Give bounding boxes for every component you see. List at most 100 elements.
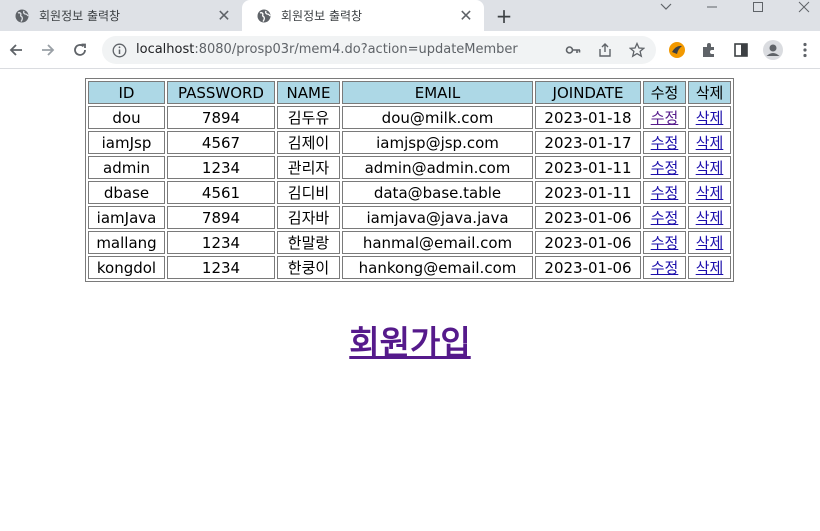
cell-delete: 삭제 <box>688 106 731 129</box>
globe-icon <box>257 9 271 23</box>
cell-name: 관리자 <box>277 156 340 179</box>
table-header-row: ID PASSWORD NAME EMAIL JOINDATE 수정 삭제 <box>88 81 731 104</box>
edit-link[interactable]: 수정 <box>651 134 679 152</box>
cell-password: 7894 <box>167 206 275 229</box>
cell-delete: 삭제 <box>688 256 731 279</box>
cell-edit: 수정 <box>643 181 686 204</box>
cell-id: dbase <box>88 181 165 204</box>
table-row: dou 7894 김두유 dou@milk.com 2023-01-18 수정 … <box>88 106 731 129</box>
profile-avatar-icon[interactable] <box>763 40 783 60</box>
cell-delete: 삭제 <box>688 131 731 154</box>
cell-id: iamJsp <box>88 131 165 154</box>
cell-edit: 수정 <box>643 106 686 129</box>
tab-member-info-2[interactable]: 회원정보 출력창 ✕ <box>242 0 484 31</box>
reload-icon[interactable] <box>68 38 92 62</box>
edit-link[interactable]: 수정 <box>651 109 679 127</box>
cell-id: kongdol <box>88 256 165 279</box>
back-icon[interactable] <box>4 38 28 62</box>
browser-toolbar: localhost:8080/prosp03r/mem4.do?action=u… <box>0 31 820 69</box>
edit-link[interactable]: 수정 <box>651 184 679 202</box>
header-name: NAME <box>277 81 340 104</box>
cell-id: admin <box>88 156 165 179</box>
key-icon[interactable] <box>564 41 582 59</box>
edit-link[interactable]: 수정 <box>651 159 679 177</box>
cell-name: 김디비 <box>277 181 340 204</box>
cell-email: admin@admin.com <box>342 156 533 179</box>
globe-icon <box>15 9 29 23</box>
forward-icon[interactable] <box>36 38 60 62</box>
join-link-container: 회원가입 <box>0 316 820 364</box>
cell-edit: 수정 <box>643 206 686 229</box>
cell-joindate: 2023-01-11 <box>535 156 641 179</box>
cell-joindate: 2023-01-17 <box>535 131 641 154</box>
cell-password: 1234 <box>167 156 275 179</box>
url-text: localhost:8080/prosp03r/mem4.do?action=u… <box>136 42 518 57</box>
minimize-icon[interactable] <box>692 0 732 14</box>
extensions-puzzle-icon[interactable] <box>699 40 719 60</box>
cell-edit: 수정 <box>643 131 686 154</box>
cell-joindate: 2023-01-06 <box>535 231 641 254</box>
edit-link[interactable]: 수정 <box>651 259 679 277</box>
edit-link[interactable]: 수정 <box>651 234 679 252</box>
join-member-link[interactable]: 회원가입 <box>349 323 470 362</box>
cell-joindate: 2023-01-18 <box>535 106 641 129</box>
tab-title: 회원정보 출력창 <box>281 9 363 23</box>
table-row: admin 1234 관리자 admin@admin.com 2023-01-1… <box>88 156 731 179</box>
address-bar[interactable]: localhost:8080/prosp03r/mem4.do?action=u… <box>102 36 656 64</box>
delete-link[interactable]: 삭제 <box>696 159 724 177</box>
bookmark-star-icon[interactable] <box>628 41 646 59</box>
cell-edit: 수정 <box>643 256 686 279</box>
cell-id: iamJava <box>88 206 165 229</box>
member-table: ID PASSWORD NAME EMAIL JOINDATE 수정 삭제 do… <box>85 78 734 282</box>
cell-name: 김제이 <box>277 131 340 154</box>
cell-email: hanmal@email.com <box>342 231 533 254</box>
delete-link[interactable]: 삭제 <box>696 209 724 227</box>
close-tab-icon[interactable]: ✕ <box>214 6 234 26</box>
extension-bird-icon[interactable] <box>667 40 687 60</box>
table-row: dbase 4561 김디비 data@base.table 2023-01-1… <box>88 181 731 204</box>
header-delete: 삭제 <box>688 81 731 104</box>
window-close-icon[interactable] <box>784 0 820 14</box>
cell-password: 1234 <box>167 231 275 254</box>
menu-kebab-icon[interactable] <box>795 40 815 60</box>
cell-name: 한말랑 <box>277 231 340 254</box>
table-row: kongdol 1234 한쿵이 hankong@email.com 2023-… <box>88 256 731 279</box>
header-edit: 수정 <box>643 81 686 104</box>
header-password: PASSWORD <box>167 81 275 104</box>
cell-edit: 수정 <box>643 156 686 179</box>
cell-delete: 삭제 <box>688 156 731 179</box>
delete-link[interactable]: 삭제 <box>696 184 724 202</box>
cell-email: dou@milk.com <box>342 106 533 129</box>
url-path: :8080/prosp03r/mem4.do?action=updateMemb… <box>194 42 518 57</box>
cell-name: 김자바 <box>277 206 340 229</box>
cell-id: dou <box>88 106 165 129</box>
maximize-icon[interactable] <box>738 0 778 14</box>
cell-password: 7894 <box>167 106 275 129</box>
delete-link[interactable]: 삭제 <box>696 259 724 277</box>
cell-delete: 삭제 <box>688 231 731 254</box>
table-row: iamJsp 4567 김제이 iamjsp@jsp.com 2023-01-1… <box>88 131 731 154</box>
cell-delete: 삭제 <box>688 181 731 204</box>
cell-joindate: 2023-01-06 <box>535 256 641 279</box>
tab-strip: 회원정보 출력창 ✕ 회원정보 출력창 ✕ + <box>0 0 820 31</box>
delete-link[interactable]: 삭제 <box>696 234 724 252</box>
side-panel-icon[interactable] <box>731 40 751 60</box>
info-icon[interactable] <box>110 41 128 59</box>
cell-password: 4561 <box>167 181 275 204</box>
cell-joindate: 2023-01-11 <box>535 181 641 204</box>
close-tab-icon[interactable]: ✕ <box>456 6 476 26</box>
edit-link[interactable]: 수정 <box>651 209 679 227</box>
header-id: ID <box>88 81 165 104</box>
new-tab-button[interactable]: + <box>492 4 516 28</box>
delete-link[interactable]: 삭제 <box>696 134 724 152</box>
share-icon[interactable] <box>596 41 614 59</box>
chevron-down-icon[interactable] <box>646 0 686 14</box>
table-row: mallang 1234 한말랑 hanmal@email.com 2023-0… <box>88 231 731 254</box>
cell-edit: 수정 <box>643 231 686 254</box>
cell-id: mallang <box>88 231 165 254</box>
url-host: localhost <box>136 42 195 57</box>
table-row: iamJava 7894 김자바 iamjava@java.java 2023-… <box>88 206 731 229</box>
tab-member-info-1[interactable]: 회원정보 출력창 ✕ <box>0 0 242 31</box>
delete-link[interactable]: 삭제 <box>696 109 724 127</box>
cell-name: 김두유 <box>277 106 340 129</box>
